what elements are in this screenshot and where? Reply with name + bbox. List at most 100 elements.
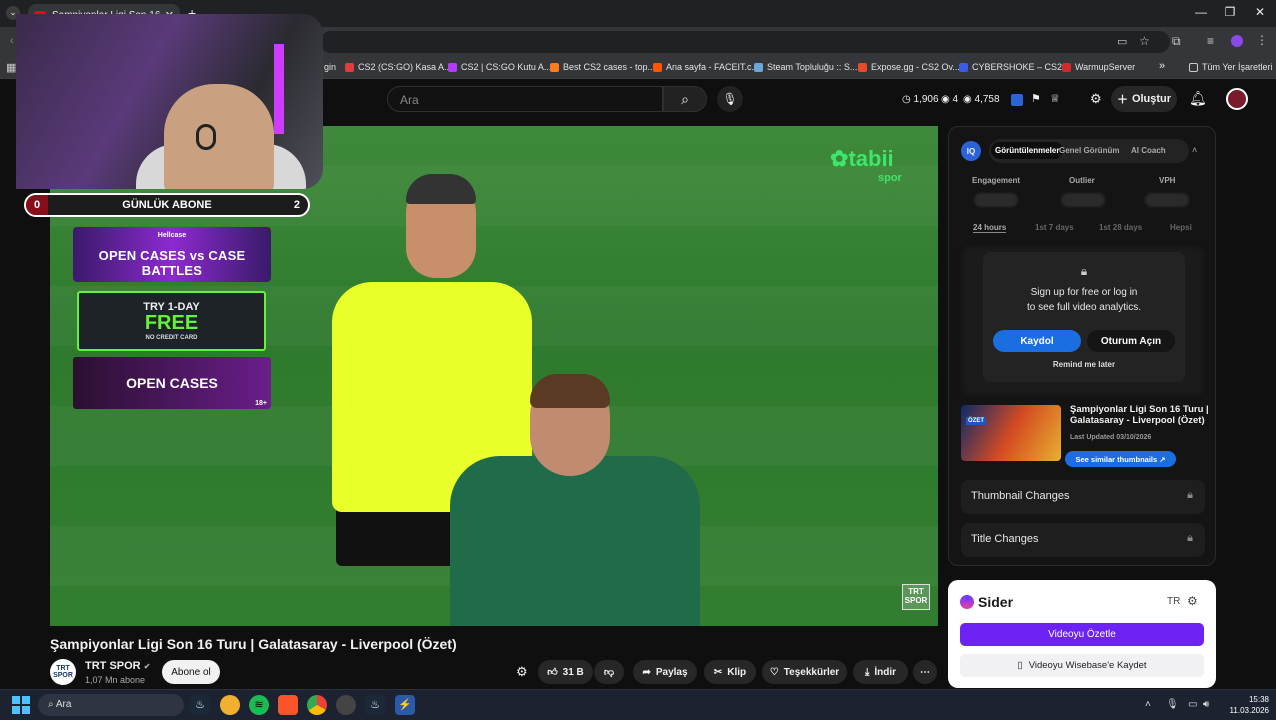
gear-extension-icon[interactable]: ⚙ — [1090, 91, 1102, 107]
address-input[interactable] — [320, 31, 1170, 53]
save-to-wisebase-button[interactable]: ▯ Videoyu Wisebase'e Kaydet — [960, 654, 1204, 677]
volume-icon[interactable]: 🔊︎ — [1203, 699, 1209, 710]
microphone-tray-icon[interactable]: 🎙︎ — [1166, 699, 1179, 710]
promo-text: NO CREDIT CARD — [145, 335, 198, 341]
range-option[interactable]: Hepsi — [1170, 223, 1192, 232]
subscribe-button[interactable]: Abone ol — [162, 660, 220, 684]
extensions-icon[interactable]: ⧉ — [1172, 34, 1181, 49]
clip-button[interactable]: ✂ Klip — [704, 660, 756, 684]
remind-later-link[interactable]: Remind me later — [983, 360, 1185, 369]
hellcase-logo: Hellcase — [157, 232, 187, 239]
apps-grid-icon[interactable]: ▦ — [6, 61, 16, 74]
bookmark-item[interactable]: WarmupServer — [1062, 62, 1135, 72]
see-similar-thumbnails-button[interactable]: See similar thumbnails ↗ — [1065, 451, 1176, 467]
notifications-bell-icon[interactable]: 🔔︎ — [1189, 90, 1207, 107]
restore-button[interactable]: ❐ — [1215, 5, 1245, 19]
chrome-icon[interactable] — [307, 695, 327, 715]
bookmark-item[interactable]: Ana sayfa - FACEIT.c... — [653, 62, 759, 72]
extension-icon[interactable]: ♕ — [1050, 92, 1060, 105]
tab-overview[interactable]: Genel Görünüm — [1059, 146, 1119, 155]
close-window-button[interactable]: ✕ — [1245, 5, 1275, 19]
tabii-logo: ✿tabii — [830, 146, 894, 171]
gear-extension-icon[interactable]: ⚙ — [516, 664, 528, 680]
like-button[interactable]: 👍︎ 31 B — [538, 660, 593, 684]
dislike-button[interactable]: 👎︎ — [594, 660, 624, 684]
plus-icon: ＋ — [1116, 94, 1128, 106]
sign-up-button[interactable]: Kaydol — [993, 330, 1081, 352]
title-changes-row[interactable]: Title Changes 🔒︎ — [961, 523, 1205, 557]
all-bookmarks-folder[interactable]: Tüm Yer İşaretleri — [1189, 62, 1273, 72]
taskbar-clock[interactable]: 15:38 11.03.2026 — [1219, 694, 1269, 716]
extension-badge-icon[interactable] — [1011, 94, 1023, 106]
analytics-tabs: Görüntülenmeler Genel Görünüm AI Coach — [989, 139, 1189, 163]
browser-menu-icon[interactable]: ⋮ — [1256, 33, 1268, 47]
lock-icon: 🔒︎ — [1187, 532, 1193, 544]
verified-icon: ✔ — [143, 662, 151, 671]
download-icon: ⤓ — [864, 666, 870, 678]
thanks-button[interactable]: ♡ Teşekkürler — [762, 660, 847, 684]
bookmark-favicon-icon — [754, 62, 763, 72]
network-icon[interactable]: ▭ — [1188, 699, 1197, 710]
referee-hair — [406, 174, 476, 204]
more-actions-button[interactable]: ⋯ — [913, 660, 937, 684]
app-icon[interactable] — [336, 695, 356, 715]
app-icon[interactable]: ⚡ — [395, 695, 415, 715]
microphone-icon: 🎙 — [722, 92, 738, 106]
bookmark-item[interactable]: Expose.gg - CS2 Ov... — [858, 62, 960, 72]
tray-chevron-icon[interactable]: ˄ — [1145, 699, 1151, 710]
minimize-button[interactable]: — — [1186, 5, 1216, 19]
brave-icon[interactable] — [278, 695, 298, 715]
age-badge: 18+ — [255, 400, 267, 407]
log-in-button[interactable]: Oturum Açın — [1087, 330, 1175, 352]
free-trial-promo-banner: TRY 1-DAY FREE NO CREDIT CARD — [77, 291, 266, 351]
channel-avatar[interactable]: TRT SPOR — [50, 659, 76, 685]
thumbnail-video-title: Şampiyonlar Ligi Son 16 Turu | Galatasar… — [1070, 404, 1209, 426]
settings-gear-icon[interactable]: ⚙ — [1187, 594, 1198, 608]
search-input[interactable]: Ara — [387, 86, 663, 112]
player-shirt — [450, 456, 700, 626]
collapse-chevron-icon[interactable]: ˄ — [1192, 145, 1197, 155]
windows-start-icon[interactable] — [12, 696, 30, 714]
search-icon: ⌕ — [681, 90, 689, 107]
bookmark-item[interactable]: gin — [324, 62, 336, 72]
media-icon[interactable]: ≡ — [1207, 34, 1214, 48]
summarize-video-button[interactable]: Videoyu Özetle — [960, 623, 1204, 646]
star-icon[interactable]: ☆ — [1139, 34, 1150, 48]
extension-icon[interactable]: ⚑ — [1031, 92, 1041, 105]
taskbar-search-input[interactable]: ⌕ Ara — [38, 694, 184, 716]
bookmarks-overflow-icon[interactable]: » — [1159, 60, 1165, 72]
bookmark-item[interactable]: Steam Topluluğu :: S... — [754, 62, 857, 72]
eye-icon: ◉ — [941, 94, 953, 105]
share-icon: ➦ — [642, 666, 651, 678]
trt-spor-watermark: TRT SPOR — [902, 584, 930, 610]
bookmark-item[interactable]: CYBERSHOKE – CS2... — [959, 62, 1070, 72]
steam-icon[interactable]: ♨ — [190, 695, 210, 715]
sub-goal-end: 2 — [293, 199, 300, 211]
bookmark-item[interactable]: Best CS2 cases - top... — [550, 62, 655, 72]
steam-icon[interactable]: ♨ — [365, 695, 385, 715]
thumbnail-badge: ÖZET — [966, 417, 986, 425]
create-button[interactable]: ＋ Oluştur — [1111, 86, 1177, 112]
app-icon[interactable] — [220, 695, 240, 715]
search-button[interactable]: ⌕ — [663, 86, 707, 112]
bookmark-item[interactable]: CS2 | CS:GO Kutu A... — [448, 62, 551, 72]
range-option[interactable]: 1st 7 days — [1035, 223, 1074, 232]
tab-views[interactable]: Görüntülenmeler — [991, 142, 1064, 159]
range-option[interactable]: 24 hours — [973, 223, 1007, 233]
install-icon[interactable]: ▭ — [1117, 35, 1127, 48]
language-selector[interactable]: TR — [1167, 596, 1180, 607]
voice-search-button[interactable]: 🎙 — [717, 86, 743, 112]
channel-name[interactable]: TRT SPOR ✔ — [85, 660, 150, 672]
bookmark-item[interactable]: CS2 (CS:GO) Kasa A... — [345, 62, 452, 72]
back-icon[interactable]: ‹ — [10, 35, 14, 47]
share-button[interactable]: ➦ Paylaş — [633, 660, 697, 684]
account-avatar[interactable] — [1226, 88, 1248, 110]
range-option[interactable]: 1st 28 days — [1099, 223, 1142, 232]
thumbnail-changes-row[interactable]: Thumbnail Changes 🔒︎ — [961, 480, 1205, 514]
blurred-metric-value — [1061, 193, 1105, 207]
blurred-metric-value — [1145, 193, 1189, 207]
spotify-icon[interactable]: ≋ — [249, 695, 269, 715]
tab-ai-coach[interactable]: AI Coach — [1131, 146, 1166, 155]
profile-icon[interactable] — [1231, 35, 1243, 47]
download-button[interactable]: ⤓ İndir — [853, 660, 908, 684]
